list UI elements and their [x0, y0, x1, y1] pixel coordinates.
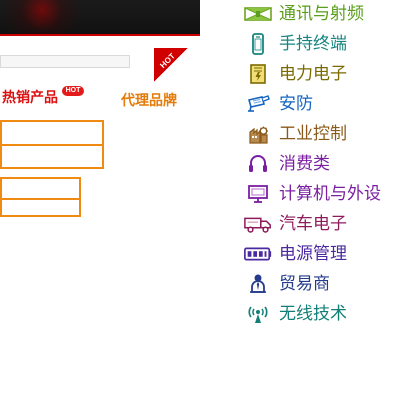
hot-products-tab[interactable]: 热销产品 [2, 90, 58, 106]
left-panel: HOT 热销产品 HOT 代理品牌 [0, 0, 200, 400]
orange-frame-4[interactable] [0, 198, 81, 217]
category-power-electronics[interactable]: 电力电子 [243, 62, 400, 86]
category-security[interactable]: 安防 [243, 92, 400, 116]
orange-frame-1[interactable] [0, 120, 104, 146]
trader-person-icon [243, 272, 273, 296]
page-root: HOT 热销产品 HOT 代理品牌 通讯与射频 手持终端 电力电子 安防 工业控… [0, 0, 400, 400]
category-consumer[interactable]: 消费类 [243, 152, 400, 176]
category-list: 通讯与射频 手持终端 电力电子 安防 工业控制 消费类 计算机与外设 汽车电子 … [243, 0, 400, 330]
category-label: 安防 [279, 94, 313, 114]
handheld-terminal-icon [243, 32, 273, 56]
category-handheld-terminal[interactable]: 手持终端 [243, 32, 400, 56]
category-label: 工业控制 [279, 124, 347, 144]
truck-icon [243, 212, 273, 236]
battery-icon [243, 242, 273, 266]
agent-brands-tab[interactable]: 代理品牌 [121, 93, 177, 109]
category-label: 电力电子 [279, 64, 347, 84]
dark-banner [0, 0, 200, 36]
communication-rf-icon [243, 2, 273, 26]
category-label: 贸易商 [279, 274, 330, 294]
computer-monitor-icon [243, 182, 273, 206]
orange-frame-3[interactable] [0, 177, 81, 200]
orange-frame-2[interactable] [0, 144, 104, 169]
category-label: 汽车电子 [279, 214, 347, 234]
headphones-icon [243, 152, 273, 176]
industrial-control-icon [243, 122, 273, 146]
category-label: 电源管理 [279, 244, 347, 264]
category-label: 无线技术 [279, 304, 347, 324]
wireless-signal-icon [243, 302, 273, 326]
category-label: 消费类 [279, 154, 330, 174]
category-label: 计算机与外设 [279, 184, 381, 204]
category-trader[interactable]: 贸易商 [243, 272, 400, 296]
category-computer-peripherals[interactable]: 计算机与外设 [243, 182, 400, 206]
security-camera-icon [243, 92, 273, 116]
category-label: 通讯与射频 [279, 4, 364, 24]
category-power-management[interactable]: 电源管理 [243, 242, 400, 266]
hot-badge: HOT [62, 86, 84, 96]
category-communication-rf[interactable]: 通讯与射频 [243, 2, 400, 26]
category-wireless-technology[interactable]: 无线技术 [243, 302, 400, 326]
category-label: 手持终端 [279, 34, 347, 54]
search-input-bar[interactable] [0, 55, 130, 68]
category-industrial-control[interactable]: 工业控制 [243, 122, 400, 146]
power-electronics-icon [243, 62, 273, 86]
category-automotive-electronics[interactable]: 汽车电子 [243, 212, 400, 236]
